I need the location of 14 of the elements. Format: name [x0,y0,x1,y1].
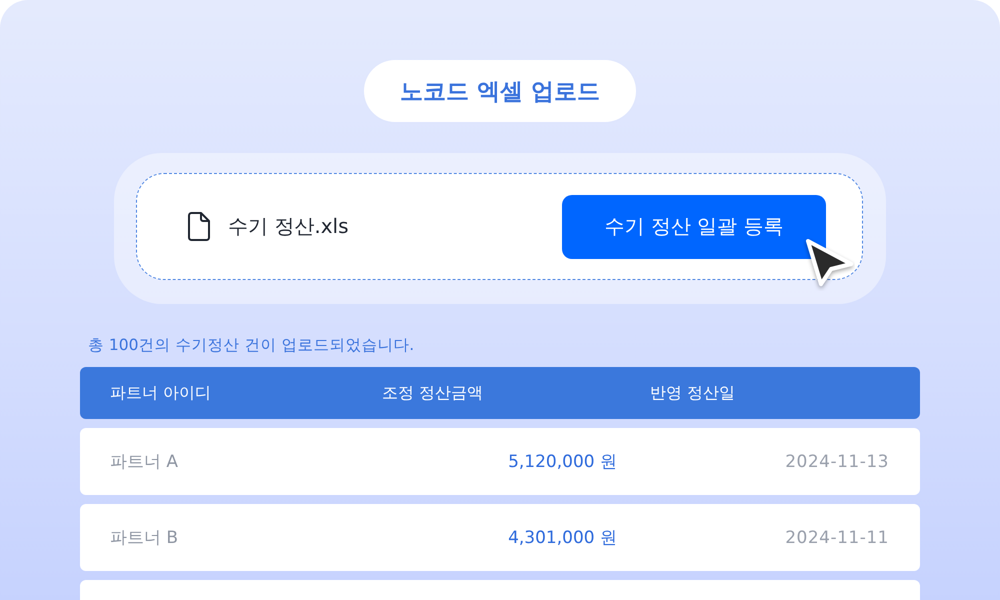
column-header: 파트너 아이디 [110,382,212,404]
file-name: 수기 정산.xls [228,213,349,240]
date: 2024-11-11 [784,528,889,548]
upload-message: 총 100건의 수기정산 건이 업로드되었습니다. [87,335,416,355]
title-badge: 노코드 엑셀 업로드 [364,60,636,122]
partner-id: 파트너 A [110,451,180,473]
amount: 5,120,000 원 [507,451,617,473]
file-icon [187,212,211,241]
partner-id: 파트너 B [110,527,180,549]
column-header: 조정 정산금액 [382,382,484,404]
bulk-register-button[interactable]: 수기 정산 일괄 등록 [562,194,826,258]
amount: 4,301,000 원 [507,527,617,549]
column-header: 반영 정산일 [650,382,736,404]
date: 2024-11-13 [784,452,889,472]
